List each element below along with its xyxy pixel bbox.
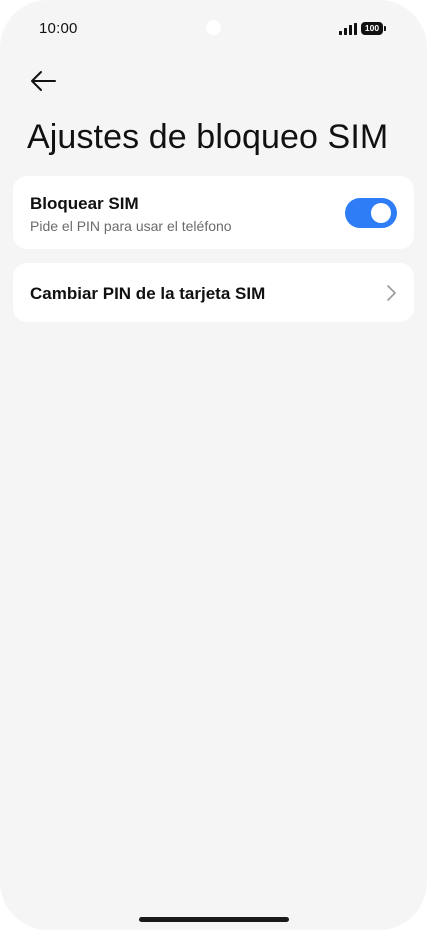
chevron-right-icon — [387, 285, 396, 301]
signal-bars-icon — [339, 23, 357, 35]
home-indicator[interactable] — [139, 917, 289, 922]
lock-sim-title: Bloquear SIM — [30, 194, 139, 213]
lock-sim-subtitle: Pide el PIN para usar el teléfono — [30, 218, 232, 234]
lock-sim-setting[interactable]: Bloquear SIM Pide el PIN para usar el te… — [13, 176, 414, 249]
status-bar: 10:00 100 — [0, 0, 427, 58]
phone-screen: 10:00 100 Ajustes de bloqueo SIM Bloquea… — [0, 0, 427, 930]
change-pin-setting[interactable]: Cambiar PIN de la tarjeta SIM — [13, 263, 414, 322]
lock-sim-toggle[interactable] — [345, 198, 397, 228]
front-camera — [206, 20, 221, 35]
battery-icon: 100 — [361, 22, 386, 35]
back-button[interactable] — [26, 66, 60, 96]
change-pin-label: Cambiar PIN de la tarjeta SIM — [30, 284, 266, 303]
status-time: 10:00 — [39, 20, 78, 37]
arrow-left-icon — [31, 71, 56, 91]
toggle-knob — [371, 203, 391, 223]
page-title: Ajustes de bloqueo SIM — [27, 118, 389, 156]
